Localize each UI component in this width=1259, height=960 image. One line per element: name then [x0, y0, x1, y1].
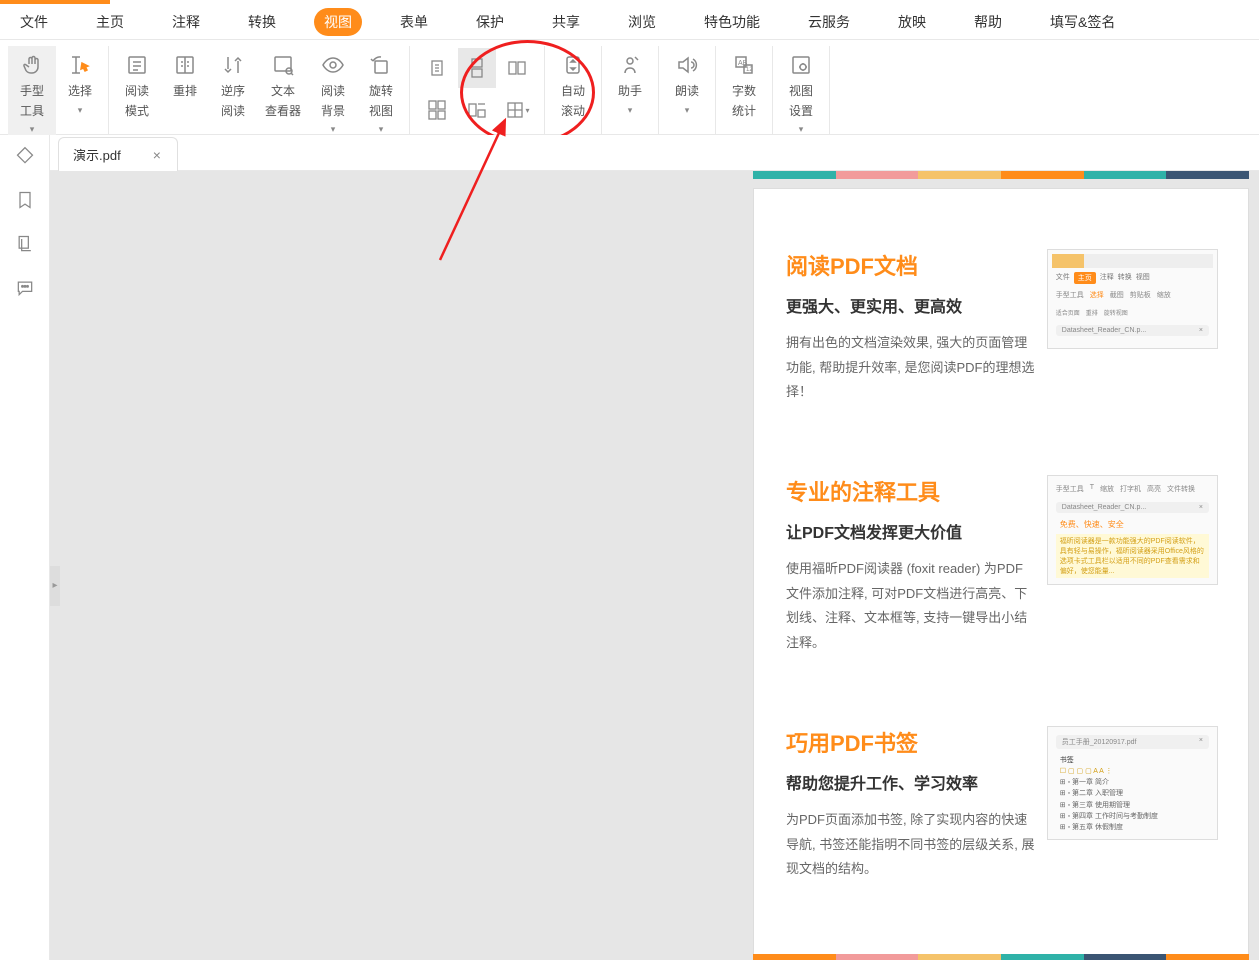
- ribbon: 手型 工具 ▾ 选择 ▾ 阅读 模式 重排: [0, 40, 1259, 135]
- menu-file[interactable]: 文件: [10, 8, 58, 36]
- blank-page-left: [50, 171, 698, 960]
- dropdown-arrow-icon: ▾: [685, 105, 690, 116]
- helper-icon: [618, 50, 642, 80]
- section-body: 使用福昕PDF阅读器 (foxit reader) 为PDF文件添加注释, 可对…: [786, 557, 1035, 656]
- rotate-icon: [369, 50, 393, 80]
- speaker-icon: [675, 50, 699, 80]
- menu-fill-sign[interactable]: 填写&签名: [1040, 8, 1125, 36]
- dropdown-arrow-icon: ▾: [628, 105, 633, 116]
- section-thumbnail: 员工手册_20120917.pdf× 书签 ☐ ▢ ▢ ▢ A A ⋮ ⊞ ▫ …: [1047, 726, 1218, 840]
- dropdown-arrow-icon: ▾: [379, 124, 384, 135]
- dropdown-arrow-icon: ▾: [78, 105, 83, 116]
- continuous-facing-button[interactable]: [418, 90, 456, 130]
- dropdown-arrow-icon: ▾: [30, 124, 35, 135]
- word-count-button[interactable]: AB12 字数 统计: [720, 46, 768, 123]
- rotate-view-button[interactable]: 旋转 视图 ▾: [357, 46, 405, 139]
- section-body: 拥有出色的文档渲染效果, 强大的页面管理功能, 帮助提升效率, 是您阅读PDF的…: [786, 331, 1035, 405]
- split-view-button[interactable]: ▾: [498, 90, 536, 130]
- menu-convert[interactable]: 转换: [238, 8, 286, 36]
- section-thumbnail: 手型工具 T 缩放 打字机 高亮 文件转换 Datasheet_Reader_C…: [1047, 475, 1218, 585]
- dropdown-arrow-icon: ▾: [331, 124, 336, 135]
- section-title: 专业的注释工具: [786, 475, 1035, 507]
- section-title: 巧用PDF书签: [786, 726, 1035, 758]
- single-page-button[interactable]: [418, 48, 456, 88]
- menu-share[interactable]: 共享: [542, 8, 590, 36]
- section-subtitle: 更强大、更实用、更高效: [786, 293, 1035, 317]
- menu-features[interactable]: 特色功能: [694, 8, 770, 36]
- section-annotation-tools: 专业的注释工具 让PDF文档发挥更大价值 使用福昕PDF阅读器 (foxit r…: [786, 475, 1218, 656]
- continuous-page-button[interactable]: [458, 48, 496, 88]
- hand-icon: [20, 50, 44, 80]
- bookmark-icon[interactable]: [14, 189, 36, 211]
- menu-form[interactable]: 表单: [390, 8, 438, 36]
- left-sidebar: [0, 135, 50, 960]
- document-tab[interactable]: 演示.pdf ×: [58, 137, 178, 171]
- color-stripes-top: [753, 171, 1249, 179]
- content-area: 阅读PDF文档 更强大、更实用、更高效 拥有出色的文档渲染效果, 强大的页面管理…: [50, 171, 1259, 960]
- reverse-read-button[interactable]: 逆序 阅读: [209, 46, 257, 123]
- panel-collapse-handle[interactable]: ▸: [50, 566, 60, 606]
- reflow-icon: [173, 50, 197, 80]
- reflow-button[interactable]: 重排: [161, 46, 209, 104]
- section-bookmarks: 巧用PDF书签 帮助您提升工作、学习效率 为PDF页面添加书签, 除了实现内容的…: [786, 726, 1218, 882]
- separate-cover-button[interactable]: [458, 90, 496, 130]
- eye-icon: [321, 50, 345, 80]
- color-stripes-bottom: [753, 954, 1249, 960]
- menu-cloud[interactable]: 云服务: [798, 8, 860, 36]
- page-layout-grid: ▾: [414, 46, 540, 132]
- select-icon: [68, 50, 92, 80]
- read-aloud-button[interactable]: 朗读 ▾: [663, 46, 711, 120]
- menu-present[interactable]: 放映: [888, 8, 936, 36]
- svg-text:12: 12: [746, 67, 753, 73]
- dropdown-arrow-icon: ▾: [799, 124, 804, 135]
- word-count-icon: AB12: [732, 50, 756, 80]
- tab-close-button[interactable]: ×: [151, 147, 163, 163]
- svg-text:AB: AB: [738, 60, 748, 67]
- menu-browse[interactable]: 浏览: [618, 8, 666, 36]
- reverse-read-icon: [221, 50, 245, 80]
- text-viewer-icon: [271, 50, 295, 80]
- read-mode-icon: [125, 50, 149, 80]
- menu-home[interactable]: 主页: [86, 8, 134, 36]
- menu-help[interactable]: 帮助: [964, 8, 1012, 36]
- hand-tool-button[interactable]: 手型 工具 ▾: [8, 46, 56, 139]
- settings-icon: [789, 50, 813, 80]
- read-mode-button[interactable]: 阅读 模式: [113, 46, 161, 123]
- menu-bar: 文件 主页 注释 转换 视图 表单 保护 共享 浏览 特色功能 云服务 放映 帮…: [0, 4, 1259, 40]
- comment-icon[interactable]: [14, 277, 36, 299]
- helper-button[interactable]: 助手 ▾: [606, 46, 654, 120]
- auto-scroll-button[interactable]: 自动 滚动: [549, 46, 597, 123]
- auto-scroll-icon: [561, 50, 585, 80]
- section-read-pdf: 阅读PDF文档 更强大、更实用、更高效 拥有出色的文档渲染效果, 强大的页面管理…: [786, 249, 1218, 405]
- read-background-button[interactable]: 阅读 背景 ▾: [309, 46, 357, 139]
- menu-protect[interactable]: 保护: [466, 8, 514, 36]
- tab-bar: 演示.pdf ×: [50, 135, 1259, 171]
- tag-icon[interactable]: [14, 145, 36, 167]
- tab-filename: 演示.pdf: [73, 145, 121, 164]
- facing-page-button[interactable]: [498, 48, 536, 88]
- section-subtitle: 帮助您提升工作、学习效率: [786, 770, 1035, 794]
- section-subtitle: 让PDF文档发挥更大价值: [786, 519, 1035, 543]
- view-settings-button[interactable]: 视图 设置 ▾: [777, 46, 825, 139]
- section-thumbnail: 文件 主页 注释 转换 视图 手型工具 选择 截图 剪贴板 缩放: [1047, 249, 1218, 349]
- section-body: 为PDF页面添加书签, 除了实现内容的快速导航, 书签还能指明不同书签的层级关系…: [786, 808, 1035, 882]
- text-viewer-button[interactable]: 文本 查看器: [257, 46, 309, 123]
- menu-view[interactable]: 视图: [314, 8, 362, 36]
- pages-icon[interactable]: [14, 233, 36, 255]
- menu-annotate[interactable]: 注释: [162, 8, 210, 36]
- document-page: 阅读PDF文档 更强大、更实用、更高效 拥有出色的文档渲染效果, 强大的页面管理…: [753, 188, 1249, 960]
- section-title: 阅读PDF文档: [786, 249, 1035, 281]
- select-button[interactable]: 选择 ▾: [56, 46, 104, 120]
